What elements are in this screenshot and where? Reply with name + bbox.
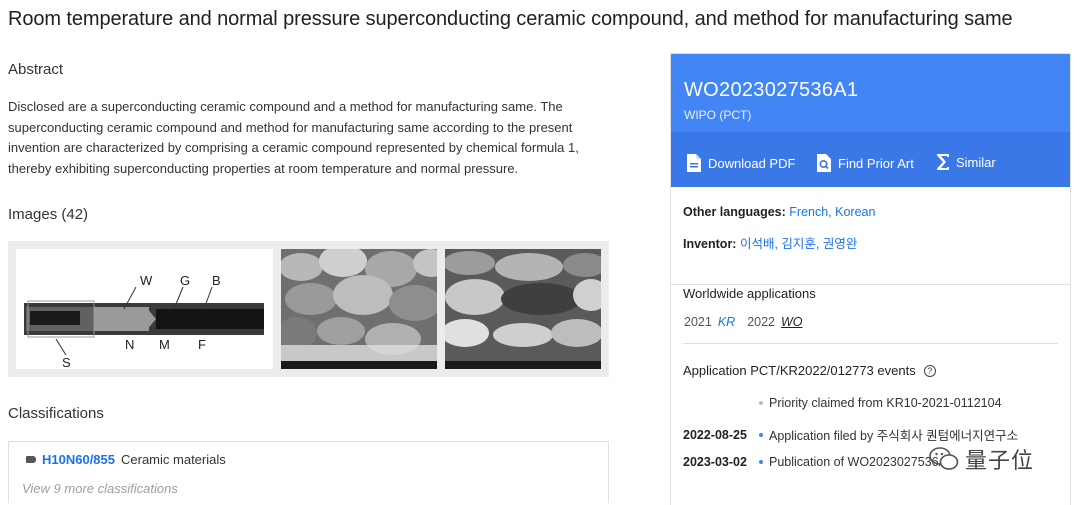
abstract-heading: Abstract	[8, 61, 64, 78]
watermark-text: 量子位	[965, 448, 1035, 473]
help-icon[interactable]: ?	[923, 364, 936, 377]
tag-icon	[26, 456, 36, 463]
country-kr-link[interactable]: KR	[718, 315, 735, 329]
classification-code-link[interactable]: H10N60/855	[42, 452, 115, 467]
worldwide-applications-row: 2021 KR 2022 WO	[684, 315, 803, 329]
year-2021: 2021	[684, 315, 712, 329]
event-item: 2022-08-25 Application filed by 주식회사 퀀텀에…	[683, 425, 1018, 444]
publication-number: WO2023027536A1	[684, 79, 859, 101]
events-title: Application PCT/KR2022/012773 events	[683, 363, 916, 378]
event-dot	[759, 432, 763, 437]
wechat-icon	[929, 447, 959, 470]
download-pdf-button[interactable]: Download PDF	[686, 153, 795, 173]
classification-description: Ceramic materials	[121, 452, 226, 467]
action-bar: Download PDF Find Prior Art Similar	[671, 132, 1070, 187]
inventor-label: Inventor:	[683, 237, 737, 251]
label-m: M	[159, 337, 170, 352]
label-n: N	[125, 337, 134, 352]
sem-image-2[interactable]	[444, 249, 601, 369]
year-2022: 2022	[747, 315, 775, 329]
events-heading: Application PCT/KR2022/012773 events ?	[683, 363, 936, 378]
inventor-links[interactable]: 이석배, 김지훈, 권영완	[740, 237, 857, 251]
similar-button[interactable]: Similar	[936, 153, 996, 171]
find-prior-art-button[interactable]: Find Prior Art	[816, 153, 914, 173]
view-more-classifications-link[interactable]: View 9 more classifications	[22, 481, 178, 496]
other-languages-label: Other languages:	[683, 205, 786, 219]
event-dot	[759, 460, 763, 464]
label-g: G	[180, 273, 190, 288]
event-text: Application filed by 주식회사 퀀텀에너지연구소	[769, 429, 1019, 443]
sem-image-1[interactable]	[280, 249, 437, 369]
watermark: 量子位	[929, 443, 1034, 475]
patent-figure-diagram[interactable]: W G B N M F S	[16, 249, 273, 369]
section-divider	[683, 343, 1058, 344]
classification-row: H10N60/855 Ceramic materials	[26, 452, 226, 467]
classifications-heading: Classifications	[8, 405, 104, 422]
page-title: Room temperature and normal pressure sup…	[8, 8, 1013, 30]
other-languages-row: Other languages: French, Korean	[683, 205, 875, 219]
patent-office: WIPO (PCT)	[684, 108, 752, 122]
label-b: B	[212, 273, 221, 288]
publication-panel: WO2023027536A1 WIPO (PCT) Download PDF F…	[670, 53, 1071, 505]
image-carousel: W G B N M F S	[8, 241, 609, 377]
label-s: S	[62, 355, 71, 369]
event-dot	[759, 401, 763, 405]
event-date: 2022-08-25	[683, 427, 747, 442]
diagram-figure: W G B N M F S	[24, 273, 264, 369]
sem-texture-1	[280, 249, 437, 369]
prior-art-search-icon	[817, 154, 831, 172]
abstract-text: Disclosed are a superconducting ceramic …	[8, 99, 579, 176]
download-pdf-label: Download PDF	[708, 155, 796, 171]
find-prior-art-label: Find Prior Art	[838, 155, 914, 171]
panel-header: WO2023027536A1 WIPO (PCT) Download PDF F…	[671, 54, 1070, 187]
sigma-icon	[937, 154, 949, 170]
inventor-row: Inventor: 이석배, 김지훈, 권영완	[683, 233, 857, 252]
event-text: Priority claimed from KR10-2021-0112104	[769, 396, 1002, 410]
label-w: W	[140, 273, 153, 288]
images-heading: Images (42)	[8, 206, 89, 223]
country-wo-link[interactable]: WO	[781, 315, 803, 329]
label-f: F	[198, 337, 206, 352]
classifications-box: H10N60/855 Ceramic materials View 9 more…	[8, 441, 609, 503]
metadata-section: Other languages: French, Korean Inventor…	[671, 187, 1070, 285]
event-item: Priority claimed from KR10-2021-0112104	[683, 396, 1002, 410]
similar-label: Similar	[956, 154, 996, 170]
worldwide-applications-heading: Worldwide applications	[683, 286, 816, 301]
other-languages-links[interactable]: French, Korean	[789, 205, 875, 219]
event-item: 2023-03-02 Publication of WO2023027536A1	[683, 455, 954, 469]
event-date: 2023-03-02	[683, 455, 747, 469]
event-text: Publication of WO2023027536A1	[769, 455, 954, 469]
pdf-file-icon	[687, 154, 701, 172]
sem-texture-2	[444, 249, 601, 369]
